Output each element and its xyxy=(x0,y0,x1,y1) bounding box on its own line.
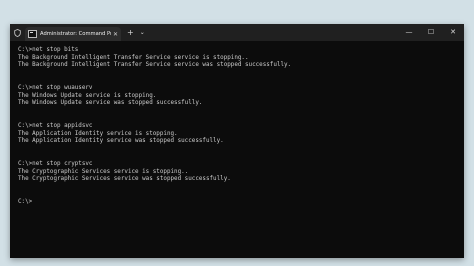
console-line: C:\>net stop bits xyxy=(18,47,79,53)
console-line: C:\> xyxy=(18,198,33,205)
maximize-button[interactable]: ☐ xyxy=(420,24,442,41)
console-line: The Application Identity service is stop… xyxy=(18,130,178,137)
console-line: C:\>net stop cryptsvc xyxy=(18,160,93,167)
window-controls: — ☐ ✕ xyxy=(398,24,464,41)
close-button[interactable]: ✕ xyxy=(442,24,464,41)
close-tab-icon[interactable]: ✕ xyxy=(113,31,118,38)
console-line: The Cryptographic Services service was s… xyxy=(18,176,231,183)
minimize-button[interactable]: — xyxy=(398,24,420,41)
console-line: The Cryptographic Services service is st… xyxy=(18,168,189,175)
title-bar: Administrator: Command Pro ✕ + ⌄ — ☐ ✕ xyxy=(10,24,464,41)
new-tab-button[interactable]: + xyxy=(127,28,134,37)
terminal-icon xyxy=(28,30,37,38)
chevron-down-icon[interactable]: ⌄ xyxy=(140,29,145,36)
console-line: C:\>net stop appidsvc xyxy=(18,122,93,129)
console-output[interactable]: C:\>net stop bits The Background Intellig… xyxy=(10,41,464,212)
terminal-window: Administrator: Command Pro ✕ + ⌄ — ☐ ✕ C… xyxy=(10,24,464,258)
tab-command-prompt[interactable]: Administrator: Command Pro ✕ xyxy=(25,27,121,41)
tab-title: Administrator: Command Pro xyxy=(40,31,111,37)
console-line: The Windows Update service is stopping. xyxy=(18,92,157,99)
console-line: The Application Identity service was sto… xyxy=(18,138,224,145)
shield-icon xyxy=(10,24,24,41)
console-line: C:\>net stop wuauserv xyxy=(18,84,93,91)
console-line: The Windows Update service was stopped s… xyxy=(18,100,203,107)
console-line: The Background Intelligent Transfer Serv… xyxy=(18,54,249,61)
console-line: The Background Intelligent Transfer Serv… xyxy=(18,62,292,69)
